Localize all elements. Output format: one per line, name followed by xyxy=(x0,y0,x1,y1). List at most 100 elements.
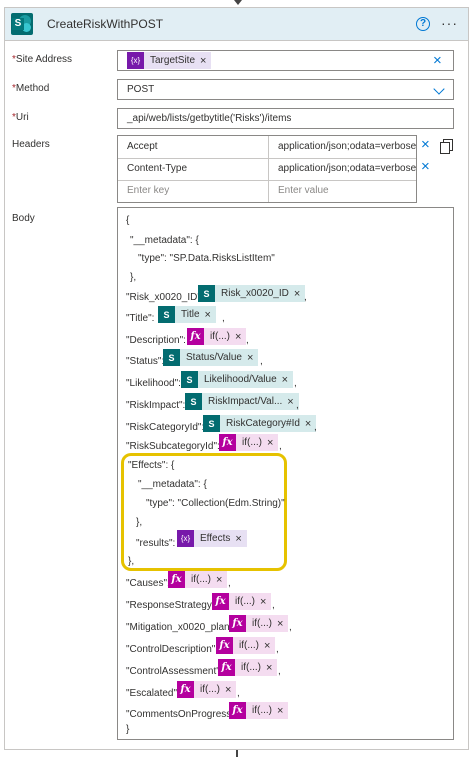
comments-on-progress-token[interactable]: fx if(...) × xyxy=(229,702,289,719)
sharepoint-icon: S xyxy=(11,13,33,35)
body-key: "results": xyxy=(136,538,176,549)
action-title[interactable]: CreateRiskWithPOST xyxy=(47,17,163,31)
site-address-field[interactable]: {x} TargetSite × × xyxy=(117,50,454,71)
body-key: "Title": xyxy=(126,313,155,324)
escalated-token[interactable]: fx if(...) × xyxy=(177,681,237,698)
sharepoint-icon: S xyxy=(181,371,198,388)
comma: , xyxy=(304,292,307,303)
sharepoint-icon: S xyxy=(158,306,175,323)
body-line: }, xyxy=(130,272,137,283)
clear-icon[interactable]: × xyxy=(433,53,442,68)
site-address-label: *Site Address xyxy=(12,54,73,65)
uri-field[interactable]: _api/web/lists/getbytitle('Risks')/items xyxy=(117,108,454,129)
method-dropdown[interactable]: POST xyxy=(117,79,454,100)
body-key: "Likelihood": xyxy=(126,378,181,389)
control-description-token[interactable]: fx if(...) × xyxy=(216,637,276,654)
remove-token-icon[interactable]: × xyxy=(216,574,227,586)
body-key: "ResponseStrategy": xyxy=(126,600,219,611)
expression-icon: fx xyxy=(229,615,246,632)
body-line: { xyxy=(126,215,130,226)
status-token[interactable]: S Status/Value × xyxy=(163,349,259,366)
body-key: "ControlAssessment": xyxy=(126,666,223,677)
title-token[interactable]: S Title × xyxy=(158,306,216,323)
body-line: "__metadata": { xyxy=(130,235,199,246)
sharepoint-icon: S xyxy=(198,285,215,302)
expression-icon: fx xyxy=(177,681,194,698)
body-line: }, xyxy=(136,517,143,528)
header-value-field[interactable]: application/json;odata=verbose xyxy=(269,136,417,158)
causes-token[interactable]: fx if(...) × xyxy=(168,571,228,588)
risk-category-token[interactable]: S RiskCategory#Id × xyxy=(203,415,317,432)
remove-token-icon[interactable]: × xyxy=(260,596,271,608)
risk-impact-token[interactable]: S RiskImpact/Val... × xyxy=(185,393,299,410)
remove-token-icon[interactable]: × xyxy=(266,662,277,674)
body-line: } xyxy=(126,724,130,735)
action-card-header[interactable]: S CreateRiskWithPOST ? ··· xyxy=(5,8,468,41)
comma: , xyxy=(279,441,282,452)
body-key: "RiskSubcategoryId": xyxy=(126,441,220,452)
comma: , xyxy=(314,422,317,433)
body-line: "Effects": { xyxy=(128,460,175,471)
method-label: *Method xyxy=(12,83,50,94)
body-key: "RiskImpact": xyxy=(126,400,186,411)
body-key: "ControlDescription": xyxy=(126,644,219,655)
body-line: }, xyxy=(128,556,135,567)
expression-icon: fx xyxy=(216,637,233,654)
header-key-field[interactable]: Accept xyxy=(118,136,268,158)
remove-token-icon[interactable]: × xyxy=(225,684,236,696)
delete-header-icon[interactable]: × xyxy=(421,159,430,174)
help-icon[interactable]: ? xyxy=(416,17,430,31)
remove-token-icon[interactable]: × xyxy=(282,374,293,386)
copy-icon[interactable] xyxy=(440,139,453,154)
risk-subcategory-token[interactable]: fx if(...) × xyxy=(219,434,279,451)
expression-icon: fx xyxy=(168,571,185,588)
comma: , xyxy=(296,400,299,411)
variable-icon: {x} xyxy=(177,530,194,547)
likelihood-token[interactable]: S Likelihood/Value × xyxy=(181,371,294,388)
comma: , xyxy=(276,644,279,655)
header-value-input[interactable]: Enter value xyxy=(269,180,417,202)
header-key-input[interactable]: Enter key xyxy=(118,180,268,202)
comma: , xyxy=(278,666,281,677)
remove-token-icon[interactable]: × xyxy=(235,533,246,545)
remove-token-icon[interactable]: × xyxy=(235,331,246,343)
comma: , xyxy=(272,600,275,611)
description-token[interactable]: fx if(...) × xyxy=(187,328,247,345)
method-value: POST xyxy=(127,84,155,95)
remove-token-icon[interactable]: × xyxy=(267,437,278,449)
body-key: "RiskCategoryId": xyxy=(126,422,205,433)
comma: , xyxy=(246,335,249,346)
expression-icon: fx xyxy=(229,702,246,719)
expression-icon: fx xyxy=(187,328,204,345)
chevron-down-icon[interactable] xyxy=(433,83,445,95)
body-key: "Description": xyxy=(126,335,186,346)
body-line: "__metadata": { xyxy=(138,479,207,490)
expression-icon: fx xyxy=(218,659,235,676)
remove-token-icon[interactable]: × xyxy=(277,705,288,717)
body-key: "Mitigation_x0020_plan": xyxy=(126,622,236,633)
remove-token-icon[interactable]: × xyxy=(205,309,216,321)
headers-label: Headers xyxy=(12,139,50,150)
sharepoint-icon: S xyxy=(185,393,202,410)
remove-token-icon[interactable]: × xyxy=(277,618,288,630)
mitigation-plan-token[interactable]: fx if(...) × xyxy=(229,615,289,632)
header-value-field[interactable]: application/json;odata=verbose xyxy=(269,158,417,180)
body-key: "Escalated": xyxy=(126,688,180,699)
connector-line xyxy=(236,750,238,757)
comma: , xyxy=(222,313,225,324)
delete-header-icon[interactable]: × xyxy=(421,137,430,152)
header-key-field[interactable]: Content-Type xyxy=(118,158,268,180)
remove-token-icon[interactable]: × xyxy=(264,640,275,652)
variable-icon: {x} xyxy=(127,52,144,69)
control-assessment-token[interactable]: fx if(...) × xyxy=(218,659,278,676)
risk-id-token[interactable]: S Risk_x0020_ID × xyxy=(198,285,306,302)
headers-table: Accept application/json;odata=verbose Co… xyxy=(117,135,417,203)
effects-token[interactable]: {x} Effects × xyxy=(177,530,247,547)
remove-token-icon[interactable]: × xyxy=(200,55,211,67)
remove-token-icon[interactable]: × xyxy=(247,352,258,364)
comma: , xyxy=(294,378,297,389)
response-strategy-token[interactable]: fx if(...) × xyxy=(212,593,272,610)
target-site-token[interactable]: {x} TargetSite × xyxy=(127,52,212,69)
more-options-icon[interactable]: ··· xyxy=(441,15,458,31)
expression-icon: fx xyxy=(219,434,236,451)
